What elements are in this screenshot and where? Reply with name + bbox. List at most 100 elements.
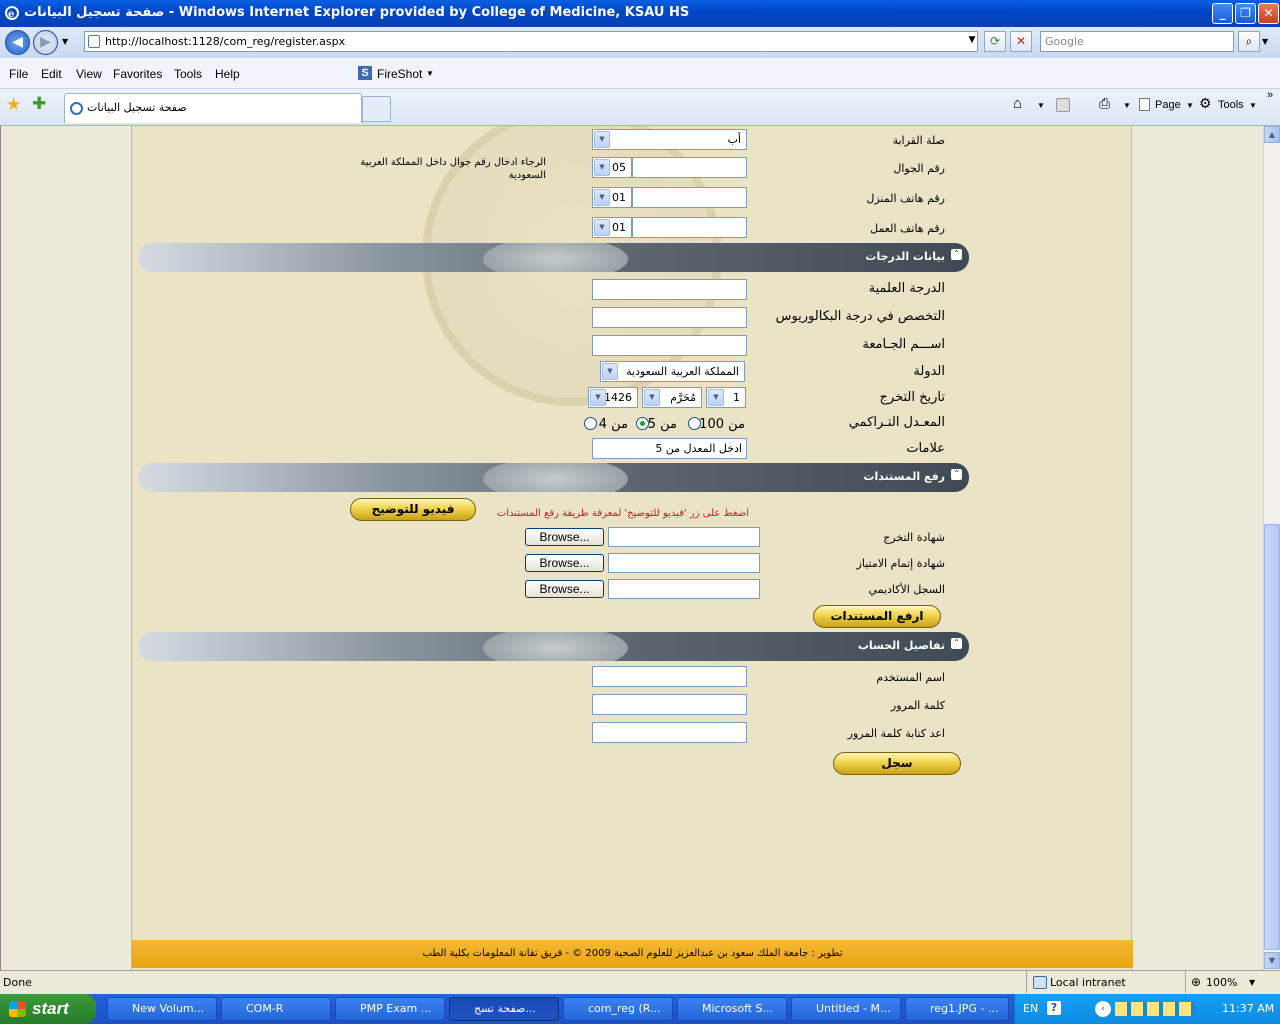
cert-grad-browse-button[interactable]: Browse... bbox=[525, 528, 604, 546]
menu-tools[interactable]: Tools bbox=[174, 67, 202, 81]
work-phone-input[interactable] bbox=[632, 217, 747, 238]
account-section-header[interactable]: تفاصيل الحساب ⌃ bbox=[138, 632, 969, 661]
start-button[interactable]: start bbox=[0, 994, 96, 1024]
search-options-icon[interactable]: ▼ bbox=[1262, 37, 1268, 46]
docs-section-title: رفع المستندات bbox=[863, 470, 945, 483]
page-menu[interactable]: Page bbox=[1155, 99, 1181, 111]
username-input[interactable] bbox=[592, 666, 747, 687]
address-dropdown-icon[interactable]: ▼ bbox=[961, 31, 983, 52]
search-input[interactable]: Google bbox=[1040, 31, 1234, 52]
task-item[interactable]: com_reg (R... bbox=[563, 997, 673, 1021]
menu-view[interactable]: View bbox=[76, 67, 102, 81]
gpa-4-radio[interactable] bbox=[584, 417, 597, 430]
password-confirm-input[interactable] bbox=[592, 722, 747, 743]
video-button[interactable]: فيديو للتوضيح bbox=[350, 498, 476, 521]
home-dropdown-icon[interactable]: ▼ bbox=[1037, 101, 1045, 110]
cert-intern-file-input[interactable] bbox=[608, 553, 760, 573]
chevron-down-icon: ▼ bbox=[708, 389, 724, 406]
mobile-prefix-select[interactable]: ▼ 05 bbox=[592, 157, 632, 178]
refresh-icon[interactable]: ⟳ bbox=[984, 31, 1006, 52]
gpa-5-radio[interactable] bbox=[636, 417, 649, 430]
print-dropdown-icon[interactable]: ▼ bbox=[1123, 101, 1131, 110]
home-icon[interactable]: ⌂ bbox=[1013, 95, 1022, 112]
minimize-button[interactable]: _ bbox=[1212, 3, 1233, 24]
degree-input[interactable] bbox=[592, 279, 747, 300]
mobile-input[interactable] bbox=[632, 157, 747, 178]
grades-section-header[interactable]: بيانات الدرجات ⌃ bbox=[138, 243, 969, 272]
home-prefix-select[interactable]: ▼ 01 bbox=[592, 187, 632, 208]
maximize-button[interactable]: ❐ bbox=[1235, 3, 1256, 24]
add-favorite-icon[interactable]: ✚ bbox=[32, 94, 46, 114]
chevron-down-icon: ▼ bbox=[590, 389, 606, 406]
university-input[interactable] bbox=[592, 335, 747, 356]
help-icon[interactable]: ? bbox=[1047, 1001, 1061, 1015]
task-item[interactable]: PMP Exam ... bbox=[335, 997, 445, 1021]
status-bar: Done Local intranet ⊕ 100% ▼ bbox=[0, 970, 1280, 994]
forward-button[interactable]: ▶ bbox=[33, 30, 58, 55]
task-item-active[interactable]: صفحة تسج... bbox=[449, 997, 559, 1021]
address-field[interactable]: http://localhost:1128/com_reg/register.a… bbox=[84, 31, 978, 52]
back-button[interactable]: ◀ bbox=[5, 30, 30, 55]
task-item[interactable]: New Volum... bbox=[107, 997, 217, 1021]
transcript-file-input[interactable] bbox=[608, 579, 760, 599]
task-item[interactable]: Untitled - M... bbox=[791, 997, 901, 1021]
tray-icons[interactable] bbox=[1115, 1002, 1195, 1016]
menu-file[interactable]: File bbox=[9, 67, 28, 81]
language-indicator[interactable]: EN bbox=[1023, 994, 1038, 1024]
grad-year-select[interactable]: ▼ 1426 bbox=[588, 387, 638, 408]
vertical-scrollbar[interactable]: ▲ ▼ bbox=[1263, 126, 1280, 970]
tab-active[interactable]: صفحة تسجيل البيانات bbox=[64, 93, 362, 123]
task-item[interactable]: COM-R bbox=[221, 997, 331, 1021]
tools-dropdown-icon[interactable]: ▼ bbox=[1249, 101, 1257, 110]
upload-documents-button[interactable]: ارفع المستندات bbox=[813, 605, 941, 628]
cert-intern-browse-button[interactable]: Browse... bbox=[525, 554, 604, 572]
gpa-4-label: من 4 bbox=[598, 417, 628, 432]
menu-favorites[interactable]: Favorites bbox=[113, 67, 162, 81]
menu-edit[interactable]: Edit bbox=[41, 67, 62, 81]
page-dropdown-icon[interactable]: ▼ bbox=[1186, 101, 1194, 110]
docs-section-header[interactable]: رفع المستندات ⌃ bbox=[138, 463, 969, 492]
home-prefix-value: 01 bbox=[612, 191, 626, 204]
menu-fireshot[interactable]: FireShot bbox=[377, 67, 422, 81]
zoom-dropdown-icon[interactable]: ▼ bbox=[1249, 971, 1255, 994]
transcript-browse-button[interactable]: Browse... bbox=[525, 580, 604, 598]
work-prefix-select[interactable]: ▼ 01 bbox=[592, 217, 632, 238]
tools-menu[interactable]: Tools bbox=[1218, 99, 1244, 111]
chevron-down-icon: ▼ bbox=[594, 189, 610, 206]
scroll-down-icon[interactable]: ▼ bbox=[1264, 952, 1280, 969]
zoom-level[interactable]: 100% bbox=[1206, 971, 1237, 994]
marks-input[interactable]: ادخل المعدل من 5 bbox=[592, 438, 747, 459]
relation-select[interactable]: ▼ أب bbox=[592, 129, 747, 150]
fireshot-dropdown-icon[interactable]: ▼ bbox=[426, 69, 434, 78]
grad-month-select[interactable]: ▼ مُحَرَّم bbox=[642, 387, 702, 408]
major-input[interactable] bbox=[592, 307, 747, 328]
home-phone-input[interactable] bbox=[632, 187, 747, 208]
task-item[interactable]: reg1.JPG - ... bbox=[905, 997, 1009, 1021]
relation-value: أب bbox=[727, 133, 741, 146]
scroll-up-icon[interactable]: ▲ bbox=[1264, 126, 1280, 143]
collapse-icon[interactable]: ⌃ bbox=[951, 638, 962, 649]
scroll-thumb[interactable] bbox=[1264, 524, 1280, 950]
feeds-icon[interactable] bbox=[1056, 98, 1070, 112]
collapse-icon[interactable]: ⌃ bbox=[951, 249, 962, 260]
stop-icon[interactable]: ✕ bbox=[1010, 31, 1032, 52]
favorites-star-icon[interactable]: ★ bbox=[6, 95, 21, 115]
password-input[interactable] bbox=[592, 694, 747, 715]
tray-expand-icon[interactable]: ‹ bbox=[1095, 1001, 1111, 1017]
menu-help[interactable]: Help bbox=[215, 67, 240, 81]
grad-day-select[interactable]: ▼ 1 bbox=[706, 387, 746, 408]
task-item[interactable]: Microsoft S... bbox=[677, 997, 787, 1021]
svg-text:e: e bbox=[8, 9, 14, 20]
cert-grad-file-input[interactable] bbox=[608, 527, 760, 547]
new-tab-button[interactable] bbox=[362, 96, 391, 122]
history-dropdown-icon[interactable]: ▼ bbox=[62, 37, 68, 46]
country-label: الدولة bbox=[913, 364, 945, 379]
collapse-icon[interactable]: ⌃ bbox=[951, 469, 962, 480]
gpa-100-radio[interactable] bbox=[688, 417, 701, 430]
country-select[interactable]: ▼ المملكة العربية السعودية bbox=[600, 361, 745, 382]
close-button[interactable]: ✕ bbox=[1258, 3, 1279, 24]
register-button[interactable]: سجل bbox=[833, 752, 961, 775]
print-icon[interactable]: ⎙ bbox=[1099, 95, 1110, 112]
chevron-more-icon[interactable]: » bbox=[1267, 89, 1273, 101]
search-icon[interactable]: ⌕ bbox=[1238, 31, 1260, 52]
